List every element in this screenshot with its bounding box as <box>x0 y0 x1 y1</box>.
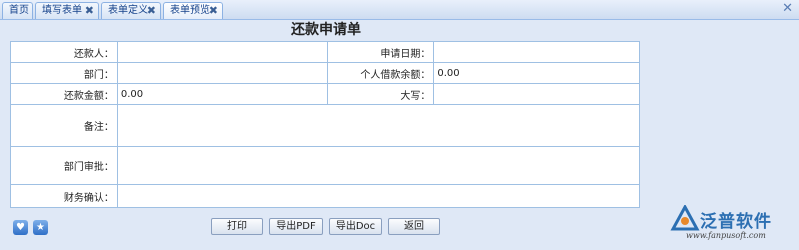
dept-approval-label: 部门审批： <box>10 146 118 185</box>
finance-confirm-field[interactable] <box>116 184 641 208</box>
tab-label: 表单预览 <box>170 5 210 16</box>
personal-loan-balance-label: 个人借款余额： <box>327 62 435 84</box>
tab-form-definition[interactable]: 表单定义 ✖ <box>101 2 161 19</box>
apply-date-field[interactable] <box>433 41 640 63</box>
personal-loan-balance-field[interactable]: 0.00 <box>433 62 640 84</box>
tab-label: 表单定义 <box>108 5 148 16</box>
department-label: 部门： <box>10 62 118 84</box>
form-title: 还款申请单 <box>291 22 361 38</box>
tab-label: 填写表单 <box>42 5 82 16</box>
logo-mark-icon <box>670 205 700 231</box>
fanpu-logo: 泛普软件 www.fanpusoft.com <box>668 205 796 245</box>
repay-amount-label: 还款金额： <box>10 83 118 105</box>
repayer-label: 还款人： <box>10 41 118 63</box>
print-button[interactable]: 打印 <box>211 218 263 235</box>
repayment-form-table: 还款人： 申请日期： 部门： 个人借款余额： 0.00 还款金额： 0.00 大… <box>10 41 641 208</box>
repayer-field[interactable] <box>116 41 329 63</box>
remarks-field[interactable] <box>116 104 641 147</box>
close-icon[interactable]: ✖ <box>209 3 218 19</box>
close-icon[interactable]: ✖ <box>85 3 94 19</box>
amount-uppercase-label: 大写： <box>327 83 435 105</box>
remarks-label: 备注： <box>10 104 118 147</box>
export-pdf-button[interactable]: 导出PDF <box>269 218 323 235</box>
tab-label: 首页 <box>9 5 29 16</box>
logo-url: www.fanpusoft.com <box>686 231 766 240</box>
repay-amount-field[interactable]: 0.00 <box>116 83 329 105</box>
export-doc-button[interactable]: 导出Doc <box>329 218 382 235</box>
tab-fill-form[interactable]: 填写表单 ✖ <box>35 2 99 19</box>
form-preview-panel: 还款申请单 还款人： 申请日期： 部门： 个人借款余额： 0.00 还款金额： … <box>0 20 799 250</box>
tab-home[interactable]: 首页 <box>2 2 33 19</box>
tab-bar: 首页 填写表单 ✖ 表单定义 ✖ 表单预览 ✖ ✕ <box>0 0 799 20</box>
close-icon[interactable]: ✖ <box>147 3 156 19</box>
dept-approval-field[interactable] <box>116 146 641 185</box>
amount-uppercase-field[interactable] <box>433 83 640 105</box>
logo-name: 泛普软件 <box>700 212 772 232</box>
apply-date-label: 申请日期： <box>327 41 435 63</box>
star-icon[interactable]: ★ <box>33 220 48 235</box>
heart-icon[interactable]: ♥ <box>13 220 28 235</box>
tab-form-preview[interactable]: 表单预览 ✖ <box>163 2 223 19</box>
back-button[interactable]: 返回 <box>388 218 440 235</box>
finance-confirm-label: 财务确认： <box>10 184 118 208</box>
window-close-icon[interactable]: ✕ <box>782 1 793 16</box>
department-field[interactable] <box>116 62 329 84</box>
